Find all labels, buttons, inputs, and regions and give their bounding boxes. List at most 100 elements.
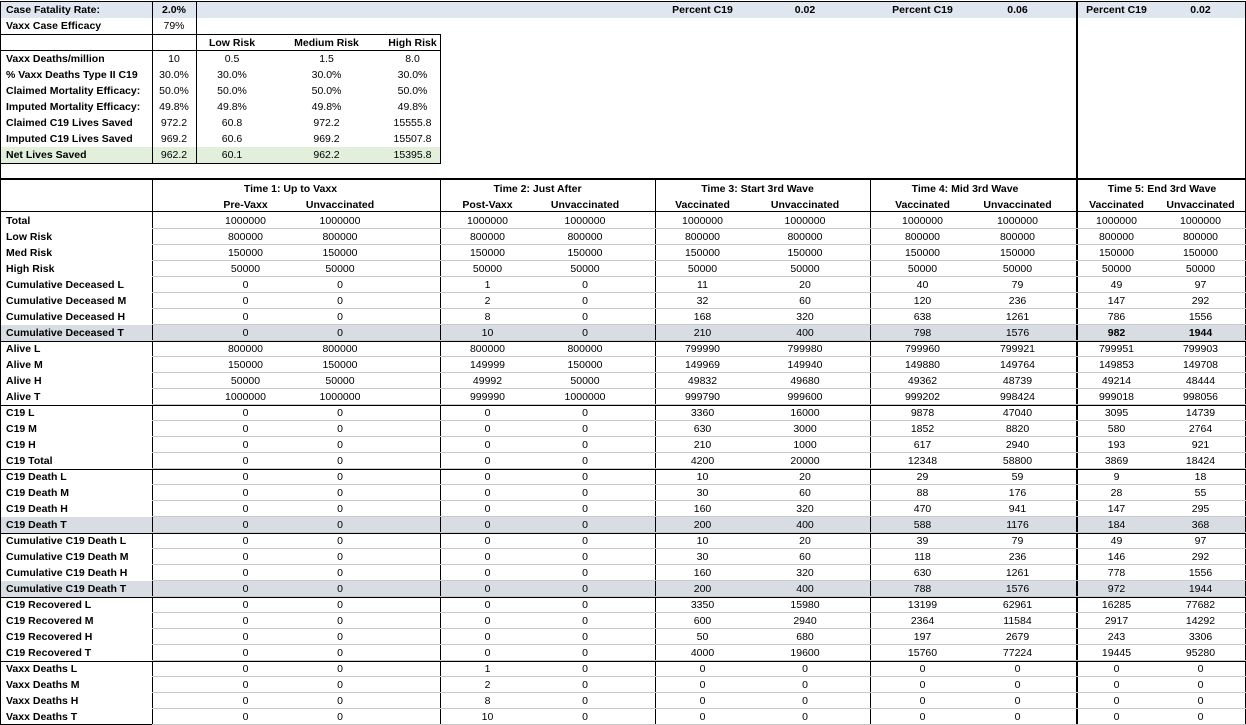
row-value[interactable]: 0: [535, 453, 635, 469]
row-value[interactable]: 120: [870, 293, 975, 309]
row-value[interactable]: 1000000: [440, 213, 535, 229]
row-value[interactable]: 48444: [1155, 373, 1246, 389]
row-value[interactable]: 0: [535, 565, 635, 581]
row-value[interactable]: 0: [535, 501, 635, 517]
row-value[interactable]: 799990: [655, 341, 750, 357]
row-value[interactable]: 798: [870, 325, 975, 341]
risk-header-low[interactable]: Low Risk: [196, 35, 268, 51]
row-value[interactable]: 0: [440, 613, 535, 629]
row-value[interactable]: 11584: [975, 613, 1060, 629]
row-value[interactable]: 0: [1155, 693, 1246, 709]
row-value[interactable]: 3360: [655, 405, 750, 421]
row-value[interactable]: 0: [295, 549, 385, 565]
row-value[interactable]: 118: [870, 549, 975, 565]
time-group-title[interactable]: Time 5: End 3rd Wave: [1078, 181, 1246, 197]
row-value[interactable]: 47040: [975, 405, 1060, 421]
risk-row-base[interactable]: 50.0%: [152, 83, 196, 99]
row-value[interactable]: 0: [535, 677, 635, 693]
row-value[interactable]: 982: [1078, 325, 1155, 341]
row-value[interactable]: 0: [870, 693, 975, 709]
row-value[interactable]: 50000: [750, 261, 860, 277]
row-value[interactable]: 799960: [870, 341, 975, 357]
row-value[interactable]: 0: [295, 421, 385, 437]
row-value[interactable]: 0: [440, 581, 535, 597]
row-value[interactable]: 588: [870, 517, 975, 533]
row-value[interactable]: 49214: [1078, 373, 1155, 389]
row-value[interactable]: 0: [295, 581, 385, 597]
row-value[interactable]: 13199: [870, 597, 975, 613]
row-value[interactable]: 60: [750, 293, 860, 309]
row-value[interactable]: 2: [440, 293, 535, 309]
row-value[interactable]: 0: [196, 501, 295, 517]
risk-row-high[interactable]: 15555.8: [385, 115, 440, 131]
row-value[interactable]: 0: [196, 453, 295, 469]
row-value[interactable]: 0: [535, 469, 635, 485]
risk-row-base[interactable]: 30.0%: [152, 67, 196, 83]
row-value[interactable]: 1000000: [295, 213, 385, 229]
row-value[interactable]: 50000: [975, 261, 1060, 277]
risk-row-high[interactable]: 15395.8: [385, 147, 440, 163]
row-value[interactable]: 0: [535, 581, 635, 597]
row-value[interactable]: 146: [1078, 549, 1155, 565]
row-value[interactable]: 0: [440, 469, 535, 485]
row-value[interactable]: 18424: [1155, 453, 1246, 469]
risk-row-med[interactable]: 1.5: [268, 51, 385, 67]
row-label[interactable]: C19 Death H: [0, 501, 152, 517]
row-value[interactable]: 50000: [535, 261, 635, 277]
row-value[interactable]: 3869: [1078, 453, 1155, 469]
row-value[interactable]: 921: [1155, 437, 1246, 453]
row-value[interactable]: 400: [750, 517, 860, 533]
row-value[interactable]: 999990: [440, 389, 535, 405]
row-value[interactable]: 0: [535, 661, 635, 677]
row-value[interactable]: 0: [535, 309, 635, 325]
row-value[interactable]: 11: [655, 277, 750, 293]
row-label[interactable]: Low Risk: [0, 229, 152, 245]
row-value[interactable]: 0: [295, 309, 385, 325]
row-value[interactable]: 50000: [1155, 261, 1246, 277]
row-value[interactable]: 9: [1078, 469, 1155, 485]
row-value[interactable]: 19600: [750, 645, 860, 661]
risk-row-high[interactable]: 49.8%: [385, 99, 440, 115]
row-value[interactable]: 800000: [196, 229, 295, 245]
risk-row-label[interactable]: Vaxx Deaths/million: [0, 51, 152, 67]
row-value[interactable]: 0: [196, 517, 295, 533]
row-value[interactable]: 800000: [440, 341, 535, 357]
row-value[interactable]: 0: [295, 437, 385, 453]
row-value[interactable]: 149940: [750, 357, 860, 373]
row-value[interactable]: 0: [295, 453, 385, 469]
row-value[interactable]: 0: [295, 277, 385, 293]
row-value[interactable]: 0: [1155, 677, 1246, 693]
row-value[interactable]: 0: [196, 709, 295, 725]
risk-row-base[interactable]: 10: [152, 51, 196, 67]
row-value[interactable]: 160: [655, 565, 750, 581]
row-label[interactable]: Alive M: [0, 357, 152, 373]
row-value[interactable]: 32: [655, 293, 750, 309]
row-value[interactable]: 0: [295, 325, 385, 341]
row-value[interactable]: 1576: [975, 325, 1060, 341]
row-value[interactable]: 0: [535, 437, 635, 453]
row-value[interactable]: 0: [295, 469, 385, 485]
row-value[interactable]: 0: [295, 629, 385, 645]
row-value[interactable]: 600: [655, 613, 750, 629]
row-value[interactable]: 0: [535, 629, 635, 645]
risk-row-label[interactable]: Claimed Mortality Efficacy:: [0, 83, 152, 99]
row-value[interactable]: 1852: [870, 421, 975, 437]
row-value[interactable]: 2940: [750, 613, 860, 629]
row-value[interactable]: 0: [196, 693, 295, 709]
row-value[interactable]: 50000: [295, 261, 385, 277]
row-value[interactable]: 150000: [196, 357, 295, 373]
row-value[interactable]: 0: [440, 597, 535, 613]
row-label[interactable]: C19 M: [0, 421, 152, 437]
risk-row-med[interactable]: 969.2: [268, 131, 385, 147]
row-value[interactable]: 0: [295, 485, 385, 501]
row-value[interactable]: 30: [655, 549, 750, 565]
row-value[interactable]: 0: [440, 517, 535, 533]
row-value[interactable]: 1556: [1155, 565, 1246, 581]
row-label[interactable]: C19 Death T: [0, 517, 152, 533]
row-value[interactable]: 0: [535, 533, 635, 549]
risk-row-high[interactable]: 15507.8: [385, 131, 440, 147]
row-value[interactable]: 295: [1155, 501, 1246, 517]
row-label[interactable]: Cumulative C19 Death T: [0, 581, 152, 597]
row-value[interactable]: 50000: [655, 261, 750, 277]
risk-row-med[interactable]: 49.8%: [268, 99, 385, 115]
